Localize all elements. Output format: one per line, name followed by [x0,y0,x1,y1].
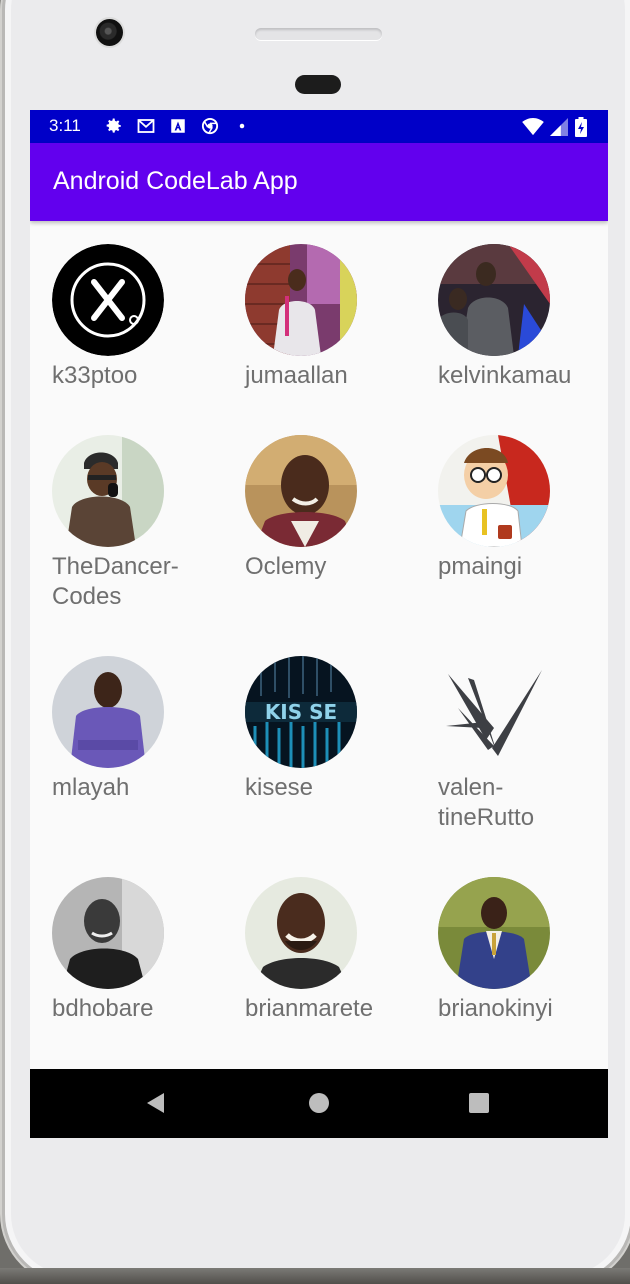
signal-icon [550,118,568,136]
username: kelvinkamau [438,362,572,389]
app-bar: Android CodeLab App [30,143,608,221]
status-bar: 3:11 [30,110,608,143]
device-screen: 3:11 Android CodeLab App k33ptoo jumaall… [30,110,608,1138]
avatar[interactable] [52,435,164,547]
gmail-icon [137,119,155,133]
username: Oclemy [245,553,327,580]
earpiece-speaker [255,28,382,40]
chrome-icon [201,117,219,135]
avatar[interactable] [52,244,164,356]
username: TheDancer- Codes [52,553,179,610]
avatar[interactable] [52,877,164,989]
home-icon[interactable] [307,1091,331,1115]
recents-icon[interactable] [467,1091,491,1115]
username: brianmarete [245,995,374,1022]
wifi-icon [522,118,544,136]
svg-text:KIS SE: KIS SE [265,700,337,724]
gear-icon [106,118,121,133]
avatar[interactable] [245,244,357,356]
crowd-photo [438,244,550,356]
speaker-photo [245,244,357,356]
vr-logo-icon [438,656,550,768]
avatar[interactable] [52,656,164,768]
avatar[interactable] [245,435,357,547]
back-icon[interactable] [144,1091,168,1115]
status-time: 3:11 [49,116,81,135]
dot-icon [239,123,245,129]
front-camera [96,19,123,46]
username: mlayah [52,774,130,801]
cartoon-coder-photo [438,435,550,547]
logo-x-icon [52,244,164,356]
navigation-bar [30,1069,608,1138]
suit-man-photo [438,877,550,989]
status-notification-icons [105,117,251,135]
avatar[interactable] [245,877,357,989]
mic-photo [52,435,164,547]
bald-man-photo [245,877,357,989]
username: kisese [245,774,314,801]
a-icon [171,119,185,133]
matrix-photo: KIS SE [245,656,357,768]
username: k33ptoo [52,362,138,389]
smiling-man-photo [245,435,357,547]
username: bdhobare [52,995,154,1022]
proximity-sensor [295,75,341,94]
avatar[interactable] [438,656,550,768]
purple-shirt-photo [52,656,164,768]
username: pmaingi [438,553,523,580]
bw-portrait-photo [52,877,164,989]
status-system-icons [522,117,588,137]
battery-icon [575,117,587,137]
frame-bottom-edge [0,1268,630,1284]
avatar[interactable] [438,435,550,547]
device-page: 3:11 Android CodeLab App k33ptoo jumaall… [0,0,630,1284]
username: jumaallan [245,362,348,389]
avatar[interactable] [438,244,550,356]
username: brianokinyi [438,995,553,1022]
avatar[interactable] [438,877,550,989]
app-title: Android CodeLab App [53,167,298,195]
username: valen- tineRutto [438,774,535,831]
avatar[interactable]: KIS SE [245,656,357,768]
